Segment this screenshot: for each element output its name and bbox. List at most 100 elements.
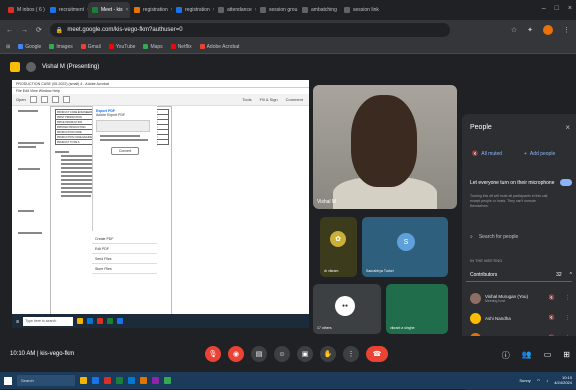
screen-share: PRODUCTION CASE (05-2022) (small) 4 - Ad… xyxy=(12,80,309,328)
more-icon[interactable]: ⋮ xyxy=(565,295,570,301)
bookmark-item[interactable]: Adobe Acrobat xyxy=(200,44,240,50)
minimize-icon[interactable]: – xyxy=(542,5,546,12)
captions-button[interactable]: ▤ xyxy=(251,346,267,362)
bookmark-star-icon[interactable]: ☆ xyxy=(511,26,517,34)
browser-tab[interactable]: recruitment× xyxy=(46,2,88,18)
browser-tab[interactable]: registration× xyxy=(130,2,172,18)
browser-tab[interactable]: session link× xyxy=(340,2,382,18)
close-icon[interactable]: × xyxy=(126,7,129,13)
browser-tab[interactable]: session grou× xyxy=(256,2,298,18)
bookmark-favicon xyxy=(49,44,54,49)
present-button[interactable]: ▣ xyxy=(297,346,313,362)
volume-icon[interactable]: ♪ xyxy=(546,378,548,383)
info-icon[interactable]: ⓘ xyxy=(502,350,510,361)
tab-label: registration xyxy=(185,7,210,13)
meet-icon[interactable] xyxy=(164,377,171,384)
wifi-icon[interactable]: ◠ xyxy=(537,378,541,383)
apps-icon[interactable]: ⊞ xyxy=(6,44,10,50)
bookmark-item[interactable]: Maps xyxy=(143,44,162,50)
forward-icon[interactable]: → xyxy=(21,27,28,34)
bookmark-item[interactable]: YouTube xyxy=(109,44,136,50)
maximize-icon[interactable]: □ xyxy=(555,5,559,12)
browser-tab[interactable]: registration× xyxy=(172,2,214,18)
pdf-area: PRODUCT CODE ENGINEERING125.001,250.00PR… xyxy=(12,106,309,328)
emoji-button[interactable]: ☺ xyxy=(274,346,290,362)
presenter-avatar xyxy=(26,62,36,72)
more-options-button[interactable]: ⋮ xyxy=(343,346,359,362)
acrobat-icon xyxy=(97,318,103,324)
participant-tile[interactable]: ✿ dr vikram xyxy=(320,217,357,277)
share-tool-comment: Comment xyxy=(286,97,303,102)
mic-button[interactable]: 🎙 xyxy=(205,346,221,362)
word-icon[interactable] xyxy=(128,377,135,384)
others-tile[interactable]: ●● 17 others xyxy=(313,284,381,334)
activities-icon[interactable]: ⊞ xyxy=(563,350,570,361)
acrobat-side-item: Create PDF xyxy=(92,234,157,244)
tab-label: registration xyxy=(143,7,168,13)
close-icon[interactable]: × xyxy=(565,123,570,132)
acrobat-side-item: Edit PDF xyxy=(92,244,157,254)
close-icon[interactable]: × xyxy=(568,5,572,12)
address-bar[interactable]: 🔒 meet.google.com/kis-vego-fkm?authuser=… xyxy=(50,23,450,37)
in-meeting-label: IN THE MEETING xyxy=(470,258,502,263)
page-thumbnails xyxy=(14,108,48,322)
people-search[interactable]: ⌕ Search for people xyxy=(470,234,518,240)
convert-button: Convert xyxy=(111,147,139,155)
taskbar-search[interactable]: Search xyxy=(17,375,75,386)
contributors-header[interactable]: Contributors 32 ^ xyxy=(466,268,572,282)
start-icon[interactable] xyxy=(4,377,12,385)
bookmark-item[interactable]: Google xyxy=(18,44,41,50)
chevron-up-icon: ^ xyxy=(570,272,572,278)
main-participant-video[interactable]: Vishal M xyxy=(313,85,457,209)
meet-control-bar: 10:10 AM | kis-vego-fkm 🎙 ◉ ▤ ☺ ▣ ✋ ⋮ ☎ … xyxy=(0,336,576,372)
more-icon[interactable]: ⋮ xyxy=(565,315,570,321)
excel-icon[interactable] xyxy=(116,377,123,384)
mic-permission-toggle[interactable] xyxy=(560,179,572,186)
extensions-icon[interactable]: ✦ xyxy=(527,26,533,34)
tab-favicon xyxy=(302,7,308,13)
teams-icon[interactable] xyxy=(152,377,159,384)
participant-tile[interactable]: S Saurabhya Tudori xyxy=(362,217,448,277)
browser-tab[interactable]: M inbox ( 6 )× xyxy=(4,2,46,18)
add-people-button[interactable]: + Add people xyxy=(524,148,555,160)
participant-row[interactable]: Ashi Nandha🔇⋮ xyxy=(470,308,570,328)
acrobat-side-list: Create PDFEdit PDFSend FilesStore Files xyxy=(92,234,157,274)
browser-tab[interactable]: attendance× xyxy=(214,2,256,18)
acrobat-icon[interactable] xyxy=(104,377,111,384)
people-icon[interactable]: 👥 xyxy=(522,350,532,361)
url-text[interactable]: meet.google.com/kis-vego-fkm?authuser=0 xyxy=(67,27,182,33)
bookmark-item[interactable]: Gmail xyxy=(81,44,101,50)
chrome-icon[interactable] xyxy=(92,377,99,384)
file-explorer-icon[interactable] xyxy=(80,377,87,384)
search-icon: ⌕ xyxy=(470,234,473,240)
clock[interactable]: 10:10 4/24/2024 xyxy=(554,375,572,385)
mic-permission-desc: Turning this off will mute all participa… xyxy=(470,194,550,209)
main-participant-name: Vishal M xyxy=(317,199,336,205)
participant-row[interactable]: Vishal Murugan (You)Meeting host🔇⋮ xyxy=(470,288,570,308)
powerpoint-icon[interactable] xyxy=(140,377,147,384)
profile-avatar[interactable] xyxy=(543,25,553,35)
presenter-bar: Vishal M (Presenting) xyxy=(10,60,99,74)
bookmark-item[interactable]: Netflix xyxy=(171,44,192,50)
raise-hand-button[interactable]: ✋ xyxy=(320,346,336,362)
window-controls: – □ × xyxy=(542,5,572,12)
reload-icon[interactable]: ⟳ xyxy=(36,26,42,34)
mute-all-button[interactable]: 🔇 All muted xyxy=(472,148,502,160)
bookmarks-bar: ⊞ Google Images Gmail YouTube Maps Netflix Adob… xyxy=(0,40,576,54)
end-call-button[interactable]: ☎ xyxy=(366,346,388,362)
contributors-count: 32 xyxy=(556,272,562,278)
browser-navbar: ← → ⟳ 🔒 meet.google.com/kis-vego-fkm?aut… xyxy=(0,20,576,40)
menu-icon[interactable]: ⋮ xyxy=(563,26,570,34)
back-icon[interactable]: ← xyxy=(6,27,13,34)
bookmark-item[interactable]: Images xyxy=(49,44,72,50)
chat-icon[interactable]: ▭ xyxy=(544,350,552,361)
participant-tile[interactable]: vikrant a singhe xyxy=(386,284,448,334)
camera-button[interactable]: ◉ xyxy=(228,346,244,362)
browser-tab[interactable]: Meet - kis× xyxy=(88,2,130,18)
shared-taskbar: ⊞ Type here to search xyxy=(12,314,309,328)
tab-label: session link xyxy=(353,7,379,13)
participant-name: Saurabhya Tudori xyxy=(366,269,394,273)
participant-name: Vishal Murugan (You) xyxy=(485,294,528,299)
browser-tab[interactable]: ambatching× xyxy=(298,2,340,18)
export-subtitle: Adobe Export PDF xyxy=(96,113,154,117)
